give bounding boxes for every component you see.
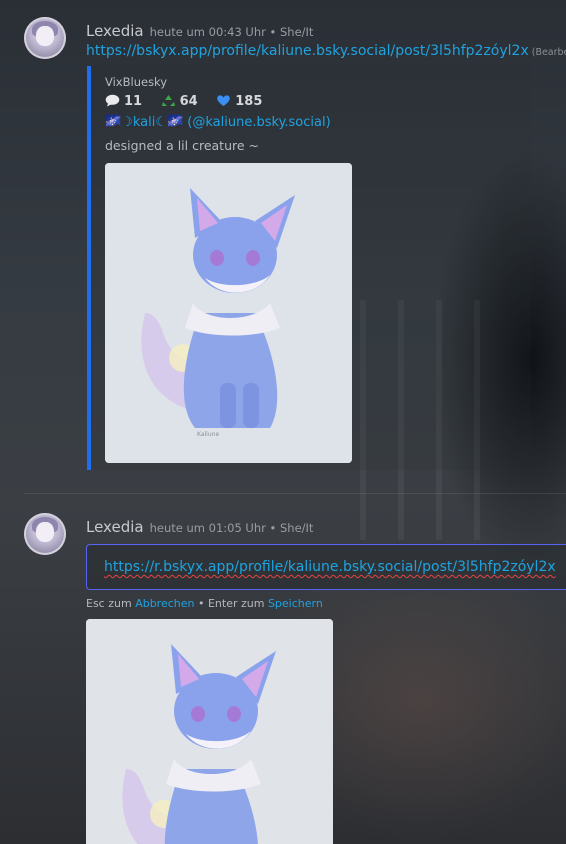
like-stat: 185 (216, 94, 262, 109)
artist-signature: Kaliune (197, 431, 219, 438)
save-edit-link[interactable]: Speichern (268, 597, 323, 610)
link-embed: VixBluesky 11 64 185 🌌☽kali☾🌌 (@kaliune.… (87, 66, 531, 470)
timestamp: heute um 00:43 Uhr • She/It (149, 25, 314, 39)
embed-title[interactable]: 🌌☽kali☾🌌 (@kaliune.bsky.social) (105, 115, 331, 130)
edited-label: (Bearbei (531, 47, 566, 58)
message-header: Lexedia heute um 00:43 Uhr • She/It (86, 21, 313, 40)
cancel-edit-link[interactable]: Abbrechen (135, 597, 194, 610)
creature-drawing (86, 619, 333, 844)
embed-description: designed a lil creature ~ (105, 138, 260, 153)
repost-stat: 64 (161, 94, 203, 109)
timestamp: heute um 01:05 Uhr • She/It (149, 521, 314, 535)
edit-hint: Esc zum Abbrechen • Enter zum Speichern (86, 597, 323, 610)
embed-stats: 11 64 185 (105, 94, 276, 109)
speech-bubble-icon (105, 94, 120, 107)
embed-image[interactable]: Kaliune (105, 163, 352, 463)
avatar[interactable] (24, 17, 66, 59)
recycle-icon (161, 95, 175, 106)
message-divider (24, 493, 566, 494)
message-header: Lexedia heute um 01:05 Uhr • She/It (86, 517, 313, 536)
creature-drawing: Kaliune (105, 163, 352, 463)
avatar[interactable] (24, 513, 66, 555)
username[interactable]: Lexedia (86, 518, 144, 536)
embed-author[interactable]: VixBluesky (105, 75, 167, 89)
blue-heart-icon (217, 95, 231, 106)
message-edit-input[interactable]: https://r.bskyx.app/profile/kaliune.bsky… (86, 544, 566, 590)
message-link-line: https://bskyx.app/profile/kaliune.bsky.s… (86, 43, 566, 59)
comment-stat: 11 (105, 94, 147, 109)
attached-image[interactable] (86, 619, 333, 844)
message-link[interactable]: https://bskyx.app/profile/kaliune.bsky.s… (86, 43, 529, 59)
edit-input-text[interactable]: https://r.bskyx.app/profile/kaliune.bsky… (104, 559, 556, 575)
username[interactable]: Lexedia (86, 22, 144, 40)
